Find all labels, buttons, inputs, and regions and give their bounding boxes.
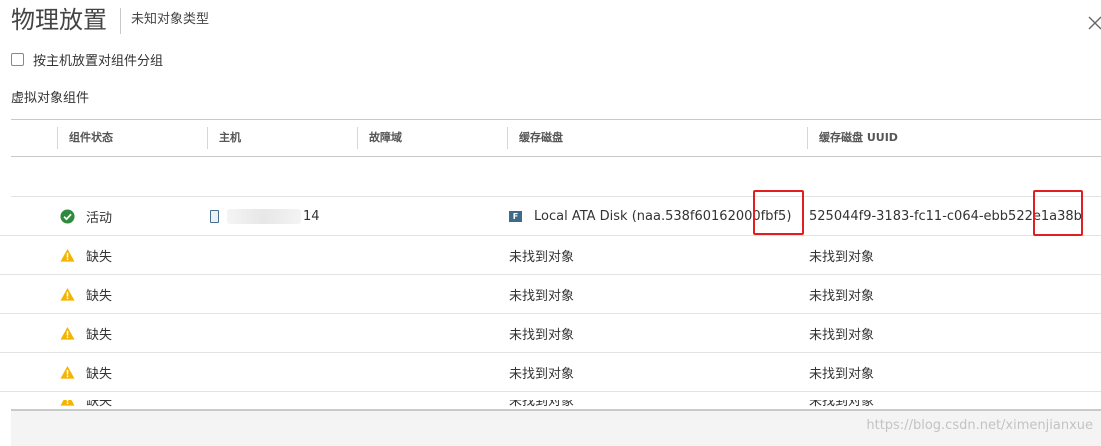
column-header-cache-disk[interactable]: 缓存磁盘 [507,120,807,156]
cache-disk-cell: 未找到对象 [509,236,574,274]
column-header-cache-disk-uuid[interactable]: 缓存磁盘 UUID [807,120,1101,156]
cache-disk-text: 未找到对象 [509,288,575,304]
uuid-cell: 未找到对象 [809,275,874,313]
highlight-box-cache-disk [753,190,804,235]
close-icon[interactable] [1084,12,1101,34]
group-by-host-option[interactable]: 按主机放置对组件分组 [11,49,163,69]
cache-disk-cell: 未找到对象 [509,353,574,391]
uuid-cell: 未找到对象 [809,314,874,352]
status-cell: 缺失 [60,353,112,391]
status-text: 缺失 [86,366,113,382]
table-row[interactable]: 活动 14 F Local ATA Disk (naa.538f60162000… [0,197,1101,236]
table-header: 组件状态 主机 故障域 缓存磁盘 缓存磁盘 UUID [11,119,1101,157]
section-title: 虚拟对象组件 [11,91,90,106]
components-table: 组件状态 主机 故障域 缓存磁盘 缓存磁盘 UUID 活动 14 F Local… [0,119,1101,392]
warning-icon [60,248,75,262]
warning-icon [60,400,75,406]
cache-disk-uuid-text: 未找到对象 [809,249,875,265]
clipped-row-container: 缺失 未找到对象 未找到对象 [11,400,1101,409]
cache-disk-cell: 未找到对象 [509,275,574,313]
host-name-suffix: 14 [303,208,320,224]
object-type-subtitle: 未知对象类型 [131,12,210,27]
uuid-cell: 未找到对象 [809,400,874,409]
cache-disk-cell: 未找到对象 [509,400,574,409]
cache-disk-uuid-text: 未找到对象 [809,327,875,343]
cache-disk-uuid-text: 未找到对象 [809,400,875,409]
cache-disk-uuid-text: 未找到对象 [809,288,875,304]
status-cell: 缺失 [60,314,112,352]
status-text: 缺失 [86,327,113,343]
table-row[interactable]: 缺失 未找到对象 未找到对象 [0,275,1101,314]
table-row[interactable]: 缺失 未找到对象 未找到对象 [0,314,1101,353]
page-title: 物理放置 [11,6,107,34]
uuid-cell: 未找到对象 [809,236,874,274]
group-by-host-checkbox[interactable] [11,52,24,66]
check-circle-icon [60,208,75,224]
empty-row [11,157,1101,197]
group-by-host-label: 按主机放置对组件分组 [33,53,164,69]
status-cell: 缺失 [60,275,112,313]
status-cell: 缺失 [60,400,112,409]
warning-icon [60,326,75,340]
uuid-cell: 未找到对象 [809,353,874,391]
highlight-box-uuid [1033,190,1083,236]
table-row[interactable]: 缺失 未找到对象 未找到对象 [0,236,1101,275]
table-row[interactable]: 缺失 未找到对象 未找到对象 [0,353,1101,392]
status-text: 缺失 [86,249,113,265]
cache-disk-text: 未找到对象 [509,400,575,409]
host-icon [210,209,219,223]
status-cell: 活动 [60,197,112,235]
cache-disk-text: 未找到对象 [509,249,575,265]
status-text: 活动 [86,210,113,226]
cache-disk-text: 未找到对象 [509,366,575,382]
dialog-header: 物理放置 未知对象类型 [0,0,1101,44]
warning-icon [60,365,75,379]
watermark: https://blog.csdn.net/ximenjianxue [866,418,1093,433]
redacted-host-name [227,208,301,224]
column-header-fault-domain[interactable]: 故障域 [357,120,507,156]
cache-disk-uuid-text: 未找到对象 [809,366,875,382]
status-text: 缺失 [86,288,113,304]
status-cell: 缺失 [60,236,112,274]
table-row[interactable]: 缺失 未找到对象 未找到对象 [11,400,1101,409]
warning-icon [60,287,75,301]
column-header-status[interactable]: 组件状态 [57,120,207,156]
title-divider [120,8,121,34]
column-header-host[interactable]: 主机 [207,120,357,156]
disk-icon: F [509,210,522,222]
cache-disk-cell: 未找到对象 [509,314,574,352]
status-text: 缺失 [86,400,113,409]
host-cell[interactable]: 14 [210,197,320,235]
cache-disk-cell[interactable]: F Local ATA Disk (naa.538f60162000fbf5) [509,197,791,235]
cache-disk-text: 未找到对象 [509,327,575,343]
